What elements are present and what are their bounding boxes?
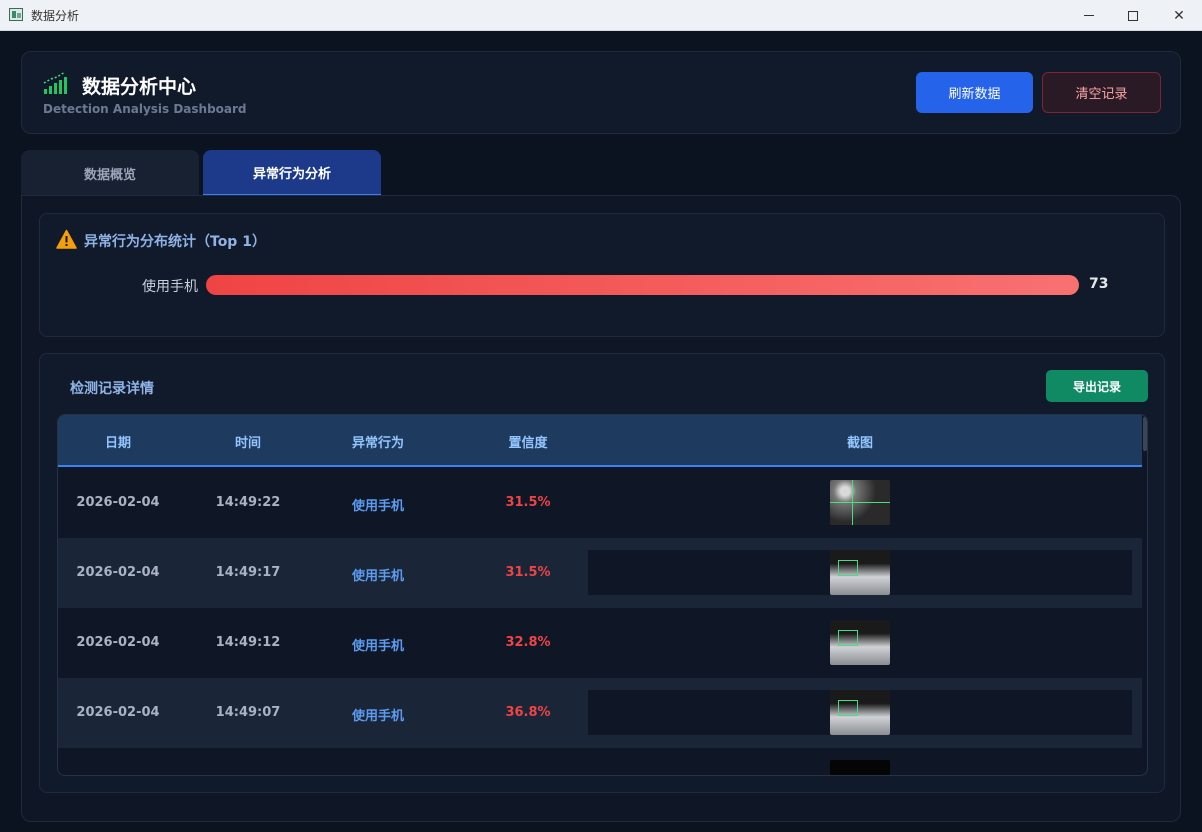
column-header-time[interactable]: 时间 xyxy=(178,432,318,451)
cell-confidence: 31.5% xyxy=(505,565,551,580)
column-header-date[interactable]: 日期 xyxy=(58,432,178,451)
stats-title: 异常行为分布统计（Top 1） xyxy=(84,234,266,250)
minimize-button[interactable] xyxy=(1066,0,1112,31)
page-title: 数据分析中心 xyxy=(82,76,197,98)
screenshot-thumbnail[interactable] xyxy=(830,550,890,595)
cell-behavior: 使用手机 xyxy=(351,639,404,654)
window-titlebar: 数据分析 ✕ xyxy=(0,0,1202,31)
cell-confidence: 32.8% xyxy=(505,635,551,650)
maximize-button[interactable] xyxy=(1110,0,1156,31)
export-records-button[interactable]: 导出记录 xyxy=(1046,370,1148,402)
clear-records-button[interactable]: 清空记录 xyxy=(1042,72,1161,113)
column-header-behavior[interactable]: 异常行为 xyxy=(318,432,438,451)
cell-time: 14:49:17 xyxy=(215,565,281,580)
cell-screenshot xyxy=(588,480,1132,525)
maximize-icon xyxy=(1128,10,1138,21)
stats-bar-row: 使用手机 73 xyxy=(40,273,1166,297)
warning-icon xyxy=(56,229,77,249)
cell-screenshot xyxy=(588,550,1132,595)
cell-screenshot xyxy=(588,620,1132,665)
cell-screenshot xyxy=(588,760,1132,775)
tab-overview[interactable]: 数据概览 xyxy=(21,150,199,196)
table-body: 2026-02-04 14:49:22 使用手机 31.5% 2026-02-0… xyxy=(58,468,1142,775)
column-header-screenshot[interactable]: 截图 xyxy=(588,432,1132,451)
cell-date: 2026-02-04 xyxy=(76,705,160,720)
refresh-data-button[interactable]: 刷新数据 xyxy=(916,72,1033,113)
cell-date: 2026-02-04 xyxy=(76,565,160,580)
cell-behavior: 使用手机 xyxy=(351,709,404,724)
table-header: 日期 时间 异常行为 置信度 截图 xyxy=(58,415,1142,467)
table-row[interactable]: 2026-02-04 14:49:22 使用手机 31.5% xyxy=(58,468,1142,538)
records-table: 日期 时间 异常行为 置信度 截图 2026-02-04 14:49:22 使用… xyxy=(57,414,1148,776)
cell-time: 14:49:22 xyxy=(215,495,281,510)
records-title: 检测记录详情 xyxy=(70,381,154,397)
screenshot-thumbnail[interactable] xyxy=(830,690,890,735)
bar-track xyxy=(206,275,1079,295)
cell-behavior: 使用手机 xyxy=(351,569,404,584)
chart-logo-icon xyxy=(43,71,67,94)
window-title: 数据分析 xyxy=(31,9,80,23)
table-row[interactable]: 2026-02-04 14:49:12 使用手机 32.8% xyxy=(58,608,1142,678)
cell-time: 14:49:12 xyxy=(215,635,281,650)
cell-confidence: 31.5% xyxy=(505,495,551,510)
cell-screenshot xyxy=(588,690,1132,735)
screenshot-thumbnail[interactable] xyxy=(830,480,890,525)
close-button[interactable]: ✕ xyxy=(1156,0,1202,31)
cell-date: 2026-02-04 xyxy=(76,635,160,650)
page-subtitle: Detection Analysis Dashboard xyxy=(43,102,247,116)
cell-date: 2026-02-04 xyxy=(76,495,160,510)
anomaly-stats-card: 异常行为分布统计（Top 1） 使用手机 73 xyxy=(39,213,1165,337)
cell-time: 14:49:07 xyxy=(215,705,281,720)
table-row[interactable]: 2026-02-04 14:49:17 使用手机 31.5% xyxy=(58,538,1142,608)
bar-label: 使用手机 xyxy=(142,279,198,295)
records-card: 检测记录详情 导出记录 日期 时间 异常行为 置信度 截图 2026-02-04… xyxy=(39,353,1165,793)
app-body: 数据分析中心 Detection Analysis Dashboard 刷新数据… xyxy=(0,31,1202,832)
app-icon xyxy=(9,8,23,21)
tab-panel: 异常行为分布统计（Top 1） 使用手机 73 检测记录详情 导出记录 日期 时… xyxy=(21,195,1181,822)
cell-confidence: 36.8% xyxy=(505,705,551,720)
column-header-confidence[interactable]: 置信度 xyxy=(478,432,578,451)
minimize-icon xyxy=(1084,15,1094,16)
table-row[interactable] xyxy=(58,748,1142,775)
table-scrollbar[interactable] xyxy=(1143,417,1147,451)
cell-behavior: 使用手机 xyxy=(351,499,404,514)
tab-anomaly-analysis[interactable]: 异常行为分析 xyxy=(203,150,381,196)
close-icon: ✕ xyxy=(1173,7,1185,24)
screenshot-thumbnail[interactable] xyxy=(830,760,890,775)
table-row[interactable]: 2026-02-04 14:49:07 使用手机 36.8% xyxy=(58,678,1142,748)
bar-fill xyxy=(206,275,1079,295)
screenshot-thumbnail[interactable] xyxy=(830,620,890,665)
bar-value: 73 xyxy=(1089,276,1109,292)
dashboard-header: 数据分析中心 Detection Analysis Dashboard 刷新数据… xyxy=(21,51,1181,134)
